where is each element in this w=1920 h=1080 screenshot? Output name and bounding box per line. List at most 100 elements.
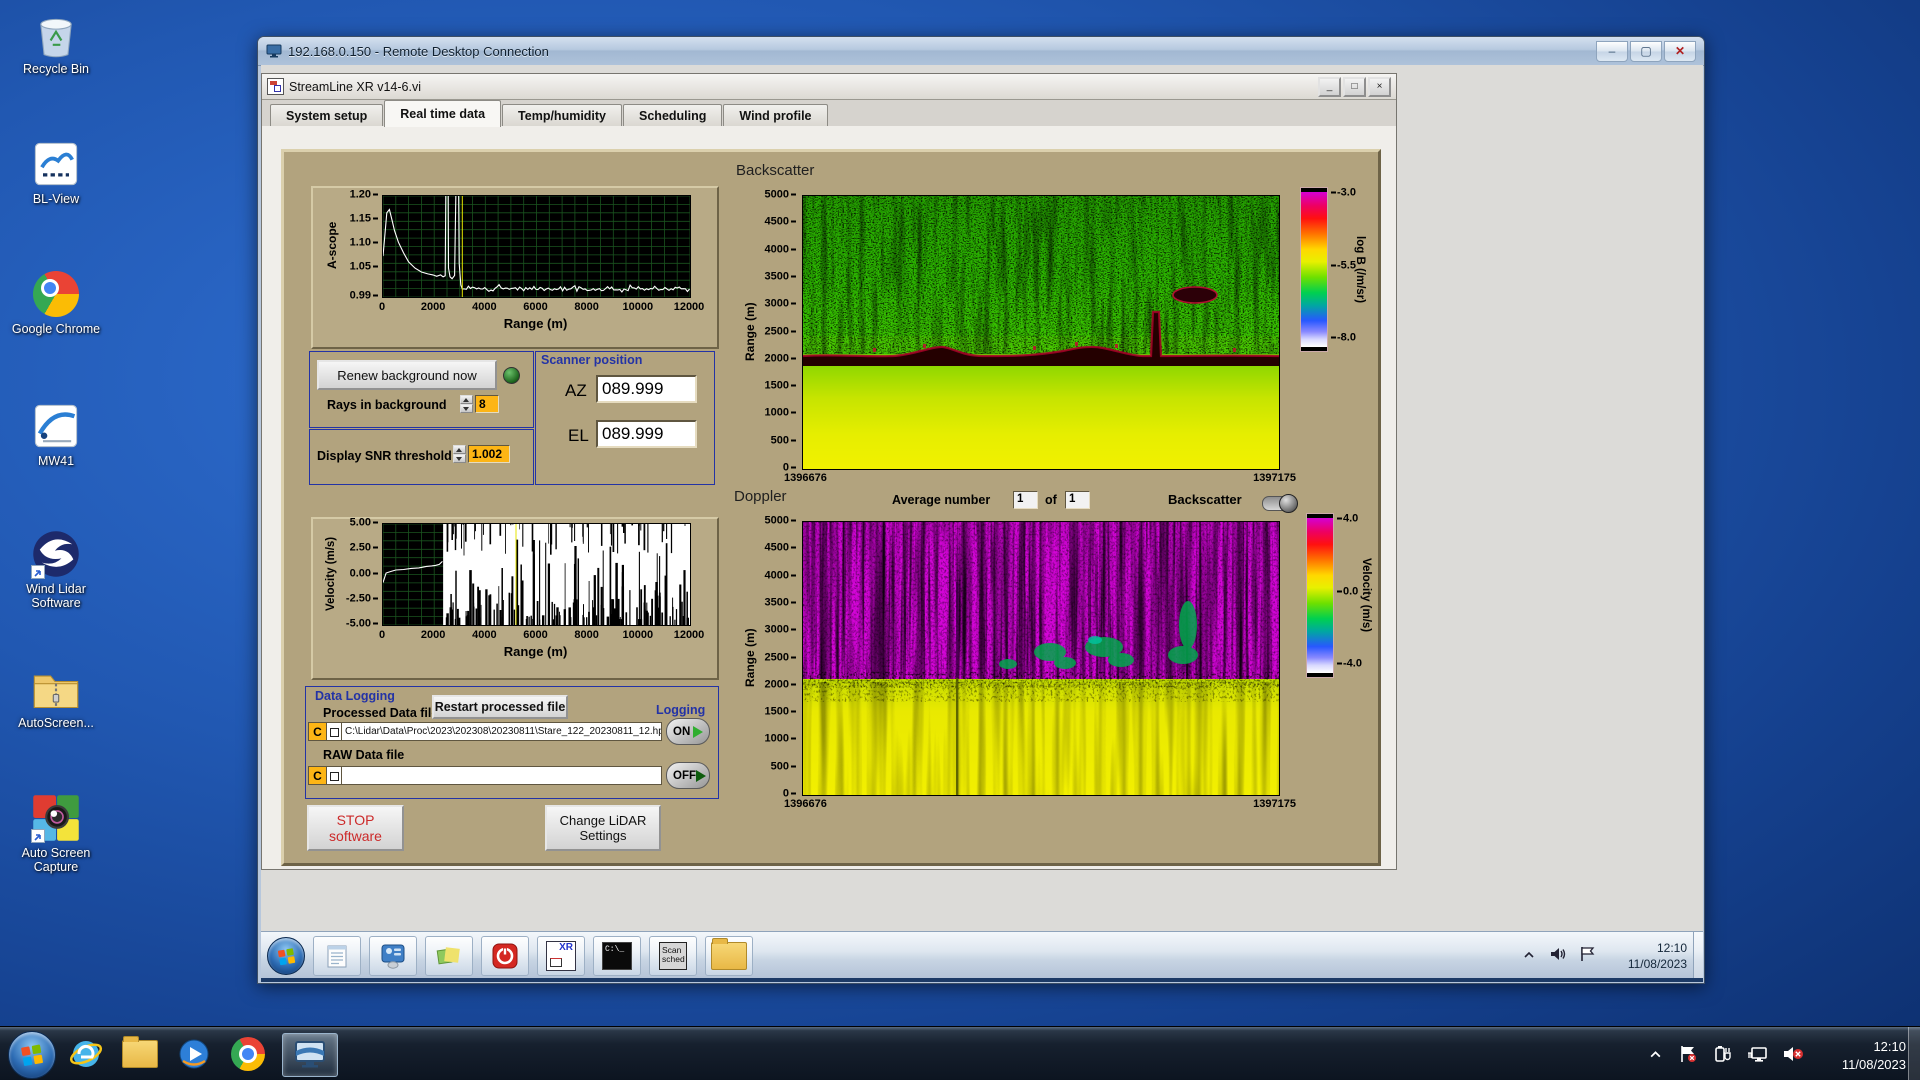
session-tray-volume-icon[interactable] (1549, 945, 1567, 963)
velocity-plot (382, 523, 691, 626)
raw-path-field[interactable] (342, 766, 662, 785)
tab-system-setup[interactable]: System setup (270, 104, 384, 127)
backscatter-x-start: 1396676 (784, 472, 827, 484)
control-panel-icon (381, 944, 405, 969)
stop-software-button[interactable]: STOP software (307, 805, 404, 851)
change-lidar-settings-button[interactable]: Change LiDAR Settings (545, 805, 661, 851)
session-taskbar-explorer-button[interactable] (705, 936, 753, 976)
backscatter-toggle-label: Backscatter (1168, 492, 1242, 507)
tick-label: 1000 (765, 407, 796, 419)
desktop-icon-wind-lidar[interactable]: Wind Lidar Software (8, 528, 104, 611)
session-show-desktop-button[interactable] (1693, 932, 1703, 979)
remote-session: StreamLine XR v14-6.vi _ □ × System setu… (261, 65, 1703, 982)
desktop-icon-auto-screen-capture[interactable]: Auto Screen Capture (8, 792, 104, 875)
session-taskbar-sticky-notes-button[interactable] (425, 936, 473, 976)
tick-label: 500 (771, 761, 796, 772)
average-of-field[interactable]: 1 (1065, 491, 1090, 509)
session-clock[interactable]: 12:10 11/08/2023 (1628, 940, 1687, 972)
tab-scheduling[interactable]: Scheduling (623, 104, 723, 127)
el-value-field[interactable]: 089.999 (596, 420, 697, 448)
taskbar-rdp-button[interactable] (282, 1033, 338, 1077)
tick-label: 6000 (523, 629, 548, 641)
raw-logging-off-button[interactable]: OFF (666, 762, 710, 789)
tick-label: 1500 (765, 380, 796, 392)
session-taskbar-cmd-button[interactable]: C:\_ (593, 936, 641, 976)
tray-expand-icon[interactable] (1649, 1049, 1662, 1060)
session-taskbar-scan-scheduler-button[interactable]: Scan sched (649, 936, 697, 976)
session-taskbar-notepad-button[interactable] (313, 936, 361, 976)
rdp-minimize-button[interactable]: – (1596, 40, 1628, 62)
desktop-icon-bl-view[interactable]: BL-View (8, 138, 104, 206)
wind-lidar-icon (30, 528, 82, 580)
snr-value-field[interactable]: 1.002 (468, 445, 510, 463)
doppler-y-axis-label: Range (m) (743, 628, 757, 687)
os-taskbar: 12:10 11/08/2023 (0, 1026, 1920, 1080)
tray-volume-muted-icon[interactable] (1782, 1043, 1804, 1065)
session-taskbar-streamline-vi-button[interactable]: XR (537, 936, 585, 976)
average-number-field[interactable]: 1 (1013, 491, 1038, 509)
rays-value-field[interactable]: 8 (475, 395, 499, 413)
session-tray-expand-icon[interactable] (1523, 950, 1535, 960)
az-value-field[interactable]: 089.999 (596, 375, 697, 403)
taskbar-media-player-button[interactable] (170, 1033, 218, 1075)
os-clock[interactable]: 12:10 11/08/2023 (1842, 1038, 1906, 1073)
tab-temp-humidity[interactable]: Temp/humidity (502, 104, 623, 127)
of-label: of (1045, 493, 1057, 507)
session-start-button[interactable] (267, 937, 305, 975)
rdp-close-button[interactable]: ✕ (1664, 40, 1696, 62)
folder-icon (122, 1036, 158, 1068)
desktop-icon-google-chrome[interactable]: Google Chrome (8, 268, 104, 336)
tab-real-time-data[interactable]: Real time data (384, 100, 502, 127)
tray-network-icon[interactable] (1746, 1044, 1768, 1064)
tick-label: 1.15 (350, 213, 378, 225)
backscatter-toggle[interactable] (1262, 494, 1298, 513)
processed-drive-box[interactable]: C (308, 722, 327, 741)
processed-data-file-label: Processed Data file (323, 706, 439, 720)
tick-label: 8000 (574, 301, 599, 313)
tick-label: 1.10 (350, 237, 378, 249)
backscatter-title: Backscatter (736, 162, 815, 179)
tick-label: 4.0 (1337, 513, 1358, 525)
tick-label: 1.05 (350, 261, 378, 273)
tray-action-center-icon[interactable] (1678, 1044, 1698, 1064)
session-taskbar-power-button[interactable] (481, 936, 529, 976)
taskbar-chrome-button[interactable] (224, 1033, 272, 1075)
show-desktop-button[interactable] (1908, 1027, 1920, 1080)
renew-background-button[interactable]: Renew background now (317, 360, 497, 390)
tab-wind-profile[interactable]: Wind profile (723, 104, 828, 127)
session-tray-action-center-icon[interactable] (1579, 945, 1597, 963)
tick-label: 3000 (765, 624, 796, 636)
snr-spinner[interactable] (453, 445, 466, 463)
doppler-title: Doppler (734, 488, 787, 505)
tray-power-icon[interactable] (1712, 1044, 1732, 1064)
labview-close-button[interactable]: × (1368, 76, 1391, 97)
tick-label: 3500 (765, 597, 796, 608)
labview-title-bar[interactable]: StreamLine XR v14-6.vi _ □ × (262, 74, 1396, 100)
doppler-y-ticks: 5000 4500 4000 3500 3000 2500 2000 1500 1000 500 0 (756, 515, 796, 799)
processed-logging-on-button[interactable]: ON (666, 718, 710, 745)
taskbar-explorer-button[interactable] (116, 1033, 164, 1075)
desktop-icon-recycle-bin[interactable]: Recycle Bin (8, 8, 104, 76)
scanner-position-box (535, 351, 715, 485)
doppler-colorbar (1306, 513, 1334, 678)
processed-path-control[interactable]: C C:\Lidar\Data\Proc\2023\202308\2023081… (308, 722, 662, 741)
rdp-maximize-button[interactable]: ▢ (1630, 40, 1662, 62)
labview-maximize-button[interactable]: □ (1343, 76, 1366, 97)
labview-minimize-button[interactable]: _ (1318, 76, 1341, 97)
backscatter-colorbar (1300, 187, 1328, 352)
tick-label: 1000 (765, 733, 796, 745)
start-button[interactable] (8, 1031, 56, 1079)
front-panel: A-scope 1.20 1.15 1.10 1.05 0.99 0 2000 4000 60… (281, 149, 1381, 866)
raw-path-control[interactable]: C (308, 766, 662, 785)
processed-path-field[interactable]: C:\Lidar\Data\Proc\2023\202308\20230811\… (342, 722, 662, 741)
desktop-icon-mw41[interactable]: MW41 (8, 400, 104, 468)
zip-folder-icon (30, 662, 82, 714)
session-taskbar-settings-button[interactable] (369, 936, 417, 976)
rdp-title-bar[interactable]: 192.168.0.150 - Remote Desktop Connectio… (258, 37, 1704, 66)
desktop-icon-autoscreen-zip[interactable]: AutoScreen... (8, 662, 104, 730)
raw-drive-box[interactable]: C (308, 766, 327, 785)
rays-spinner[interactable] (460, 395, 473, 413)
taskbar-internet-explorer-button[interactable] (62, 1033, 110, 1075)
session-taskbar: XR C:\_ Scan sched 12:10 11/08/2023 (261, 931, 1703, 979)
restart-processed-file-button[interactable]: Restart processed file (432, 695, 568, 719)
